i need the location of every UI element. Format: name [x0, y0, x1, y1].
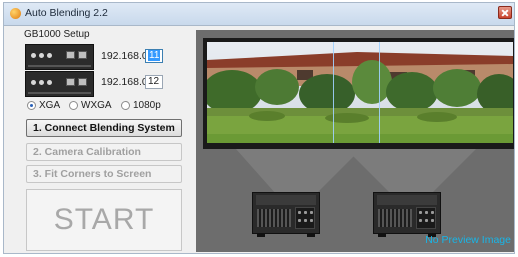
- blended-camera-image: [207, 42, 513, 143]
- start-button[interactable]: START: [26, 189, 182, 251]
- connect-blending-system-button[interactable]: 1. Connect Blending System: [26, 119, 182, 137]
- ip-octet-value-1: 11: [148, 50, 161, 61]
- blend-zone-line-right: [379, 42, 380, 143]
- no-preview-status: No Preview Image: [425, 234, 511, 246]
- window-title: Auto Blending 2.2: [25, 7, 108, 19]
- projector-right: [373, 192, 441, 237]
- setup-group-label: GB1000 Setup: [24, 29, 90, 40]
- ip-prefix-label-1: 192.168.0.: [101, 50, 151, 62]
- projector-left: [252, 192, 320, 237]
- ip-octet-value-2: 12: [148, 76, 160, 87]
- ip-octet-input-1[interactable]: 11: [145, 49, 163, 63]
- radio-xga-label: XGA: [39, 100, 61, 111]
- radio-wxga[interactable]: [69, 101, 78, 110]
- title-bar[interactable]: Auto Blending 2.2: [4, 3, 514, 26]
- fit-corners-button[interactable]: 3. Fit Corners to Screen: [26, 165, 182, 183]
- radio-1080p[interactable]: [121, 101, 130, 110]
- gb1000-device-image-1: [25, 44, 94, 70]
- ip-prefix-label-2: 192.168.0.: [101, 76, 151, 88]
- projection-beams: [236, 149, 476, 194]
- fit-corners-button-label: 3. Fit Corners to Screen: [33, 168, 152, 180]
- radio-1080p-label: 1080p: [133, 100, 161, 111]
- start-button-label: START: [53, 203, 155, 236]
- projection-screen: [203, 38, 514, 149]
- gb1000-device-image-2: [25, 71, 94, 97]
- radio-wxga-label: WXGA: [81, 100, 112, 111]
- close-button[interactable]: [498, 6, 512, 19]
- preview-panel: No Preview Image: [196, 30, 514, 252]
- radio-xga[interactable]: [27, 101, 36, 110]
- calibration-button-label: 2. Camera Calibration: [33, 146, 141, 158]
- app-icon: [10, 8, 21, 19]
- ip-octet-input-2[interactable]: 12: [145, 75, 163, 89]
- camera-calibration-button[interactable]: 2. Camera Calibration: [26, 143, 182, 161]
- connect-button-label: 1. Connect Blending System: [33, 122, 175, 134]
- blend-zone-line-left: [333, 42, 334, 143]
